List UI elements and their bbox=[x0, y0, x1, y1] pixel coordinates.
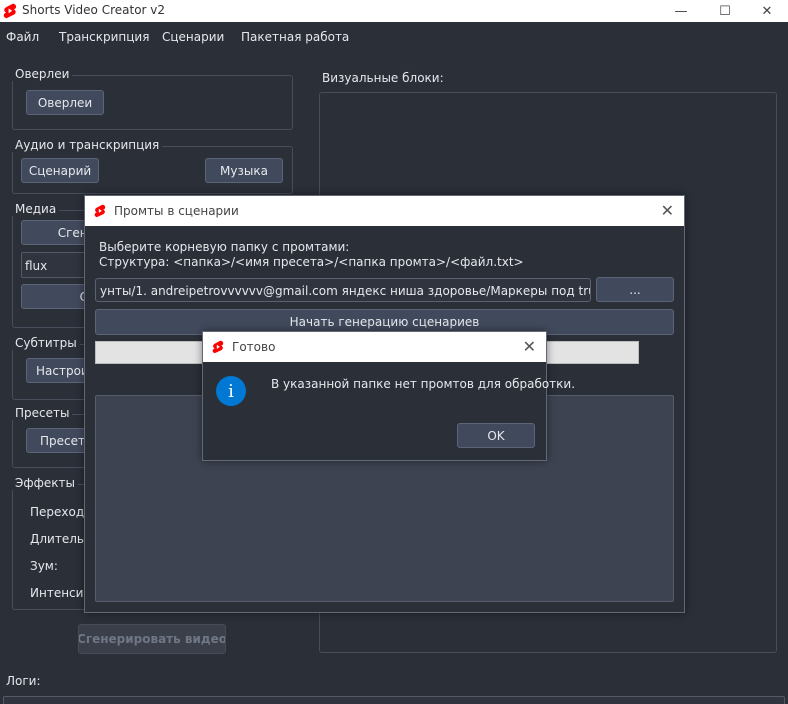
subtitles-group-title: Субтитры bbox=[12, 336, 80, 350]
maximize-button[interactable]: ☐ bbox=[702, 0, 748, 22]
browse-folder-button[interactable]: ... bbox=[596, 277, 674, 302]
prompts-instruction-line2: Структура: <папка>/<имя пресета>/<папка … bbox=[99, 255, 524, 269]
logs-area[interactable] bbox=[3, 696, 785, 704]
ok-button[interactable]: OK bbox=[457, 423, 535, 448]
effects-zoom-label: Зум: bbox=[30, 559, 58, 573]
menu-bar: Файл Транскрипция Сценарии Пакетная рабо… bbox=[0, 24, 788, 52]
minimize-button[interactable]: — bbox=[658, 0, 704, 22]
audio-group-title: Аудио и транскрипция bbox=[12, 138, 163, 152]
app-logo-icon bbox=[212, 340, 224, 354]
window-titlebar: Shorts Video Creator v2 — ☐ ✕ bbox=[0, 0, 788, 22]
message-box-titlebar: Готово ✕ bbox=[203, 332, 546, 362]
prompts-instruction-line1: Выберите корневую папку с промтами: bbox=[99, 240, 350, 254]
prompts-dialog-titlebar: Промты в сценарии ✕ bbox=[85, 196, 684, 226]
media-group-title: Медиа bbox=[12, 202, 60, 216]
done-message-box: Готово ✕ i В указанной папке нет промтов… bbox=[202, 331, 575, 461]
logs-label: Логи: bbox=[6, 674, 41, 688]
app-logo-icon bbox=[94, 204, 106, 218]
prompts-dialog-title: Промты в сценарии bbox=[114, 204, 239, 218]
overlays-group-title: Оверлеи bbox=[12, 67, 73, 81]
effects-duration-label: Длительн bbox=[30, 532, 92, 546]
message-box-close-button[interactable]: ✕ bbox=[523, 337, 536, 356]
visual-blocks-label: Визуальные блоки: bbox=[322, 71, 444, 85]
prompts-dialog-close-button[interactable]: ✕ bbox=[661, 201, 674, 220]
window-title: Shorts Video Creator v2 bbox=[22, 3, 166, 17]
music-button[interactable]: Музыка bbox=[205, 158, 283, 183]
effects-transition-label: Переход bbox=[30, 505, 85, 519]
app-logo-icon bbox=[3, 3, 17, 19]
generate-video-button[interactable]: Сгенерировать видео bbox=[78, 624, 226, 654]
overlays-button[interactable]: Оверлеи bbox=[26, 90, 104, 115]
menu-file[interactable]: Файл bbox=[6, 30, 39, 44]
menu-transcription[interactable]: Транскрипция bbox=[59, 30, 149, 44]
window-close-button[interactable]: ✕ bbox=[744, 0, 788, 22]
message-text: В указанной папке нет промтов для обрабо… bbox=[271, 377, 576, 391]
menu-scenarios[interactable]: Сценарии bbox=[162, 30, 224, 44]
prompts-folder-path-input[interactable]: унты/1. andreipetrovvvvvv@gmail.com янде… bbox=[95, 278, 591, 302]
info-icon: i bbox=[216, 376, 246, 406]
scenario-button[interactable]: Сценарий bbox=[21, 158, 99, 183]
message-box-title: Готово bbox=[232, 340, 276, 354]
effects-group-title: Эффекты bbox=[12, 476, 78, 490]
effects-intensity-label: Интенсив bbox=[30, 586, 91, 600]
presets-group-title: Пресеты bbox=[12, 406, 73, 420]
menu-batch-work[interactable]: Пакетная работа bbox=[241, 30, 349, 44]
media-model-value: flux bbox=[25, 259, 48, 273]
